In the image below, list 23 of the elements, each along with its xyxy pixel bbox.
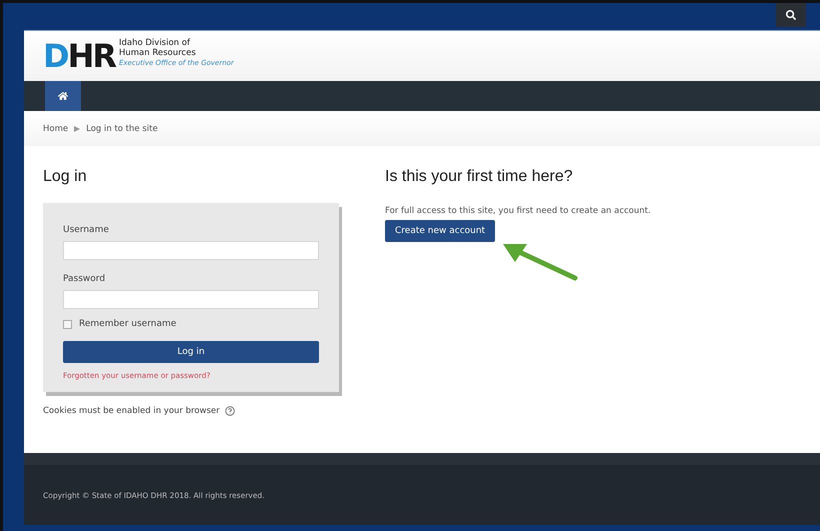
create-account-button[interactable]: Create new account [385,220,496,242]
search-icon [786,10,796,20]
signup-heading: Is this your first time here? [385,168,574,186]
password-field[interactable] [63,290,319,309]
checkbox-label: Remember username [79,319,176,329]
org-name: Human Resources [118,48,197,59]
separator-icon [74,126,80,132]
cookies-note: Cookies must be enabled in your browser [43,406,220,416]
help-icon[interactable] [224,406,235,416]
home-button[interactable] [45,81,81,111]
search-button[interactable] [776,3,806,26]
username-field[interactable] [63,241,319,260]
home-icon [58,91,68,101]
field-label: Username [63,225,110,235]
login-heading: Log in [43,168,88,186]
breadcrumb-item[interactable]: Home [43,124,68,134]
signup-text: For full access to this site, you first need to create an account. [385,206,651,216]
login-button[interactable]: Log in [63,341,319,363]
org-name: Idaho Division of [118,39,192,48]
logo: DHR [43,40,115,72]
checkbox[interactable] [63,320,72,328]
breadcrumb-item: Log in to the site [86,124,158,134]
field-label: Password [63,274,106,284]
